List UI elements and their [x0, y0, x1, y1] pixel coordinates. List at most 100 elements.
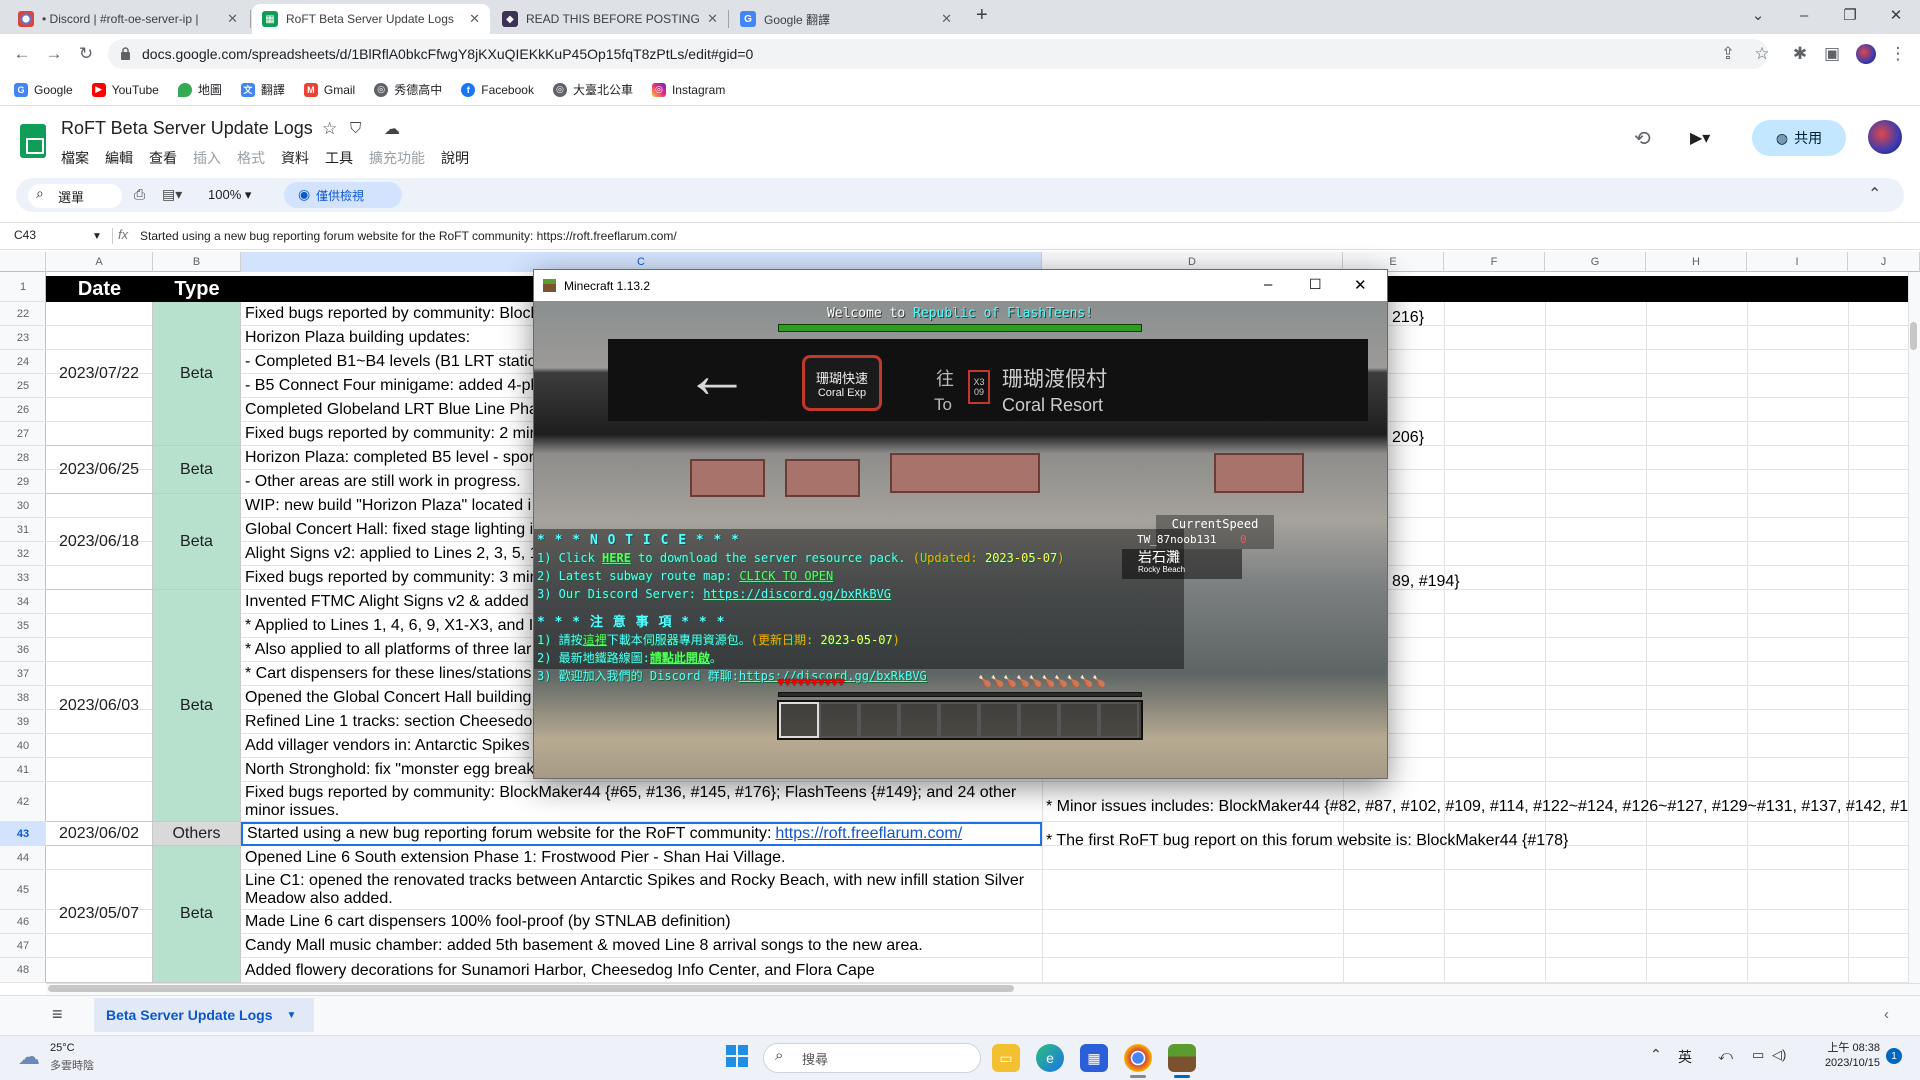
bookmark-translate[interactable]: 文翻譯: [240, 81, 285, 98]
cell-c41[interactable]: North Stronghold: fix "monster egg break: [241, 758, 533, 782]
row-header-36[interactable]: 36: [0, 638, 46, 662]
clock-time[interactable]: 上午 08:38: [1816, 1039, 1880, 1055]
hotbar-slot[interactable]: [859, 702, 899, 738]
menu-insert[interactable]: 插入: [193, 148, 221, 168]
hotbar-slot[interactable]: [939, 702, 979, 738]
extensions-icon[interactable]: ✱: [1788, 42, 1812, 66]
lock-icon[interactable]: [120, 47, 131, 60]
chevron-left-icon[interactable]: ‹: [1884, 1006, 1889, 1023]
tab-roft-sheet[interactable]: ▦ RoFT Beta Server Update Logs ✕: [252, 4, 490, 34]
close-tab-icon[interactable]: ✕: [227, 11, 238, 27]
cell-d43[interactable]: * The first RoFT bug report on this foru…: [1042, 829, 1568, 853]
side-panel-icon[interactable]: ▣: [1820, 42, 1844, 66]
chrome-icon[interactable]: [1124, 1044, 1152, 1072]
row-header-32[interactable]: 32: [0, 542, 46, 566]
column-header-h[interactable]: H: [1646, 252, 1747, 272]
row-header-30[interactable]: 30: [0, 494, 46, 518]
cell-c25[interactable]: - B5 Connect Four minigame: added 4-pl: [241, 374, 533, 398]
menu-help[interactable]: 說明: [441, 148, 469, 168]
route-map-link-zh[interactable]: 請點此開啟: [650, 651, 710, 665]
volume-icon[interactable]: ◁): [1772, 1047, 1786, 1063]
close-window-icon[interactable]: ✕: [1874, 0, 1918, 30]
cell-c40[interactable]: Add villager vendors in: Antarctic Spike…: [241, 734, 533, 758]
cell-c44[interactable]: Opened Line 6 South extension Phase 1: F…: [241, 846, 1042, 870]
file-explorer-icon[interactable]: ▭: [992, 1044, 1020, 1072]
column-header-j[interactable]: J: [1848, 252, 1920, 272]
vertical-scrollbar[interactable]: [1908, 272, 1920, 983]
row-header-44[interactable]: 44: [0, 846, 46, 870]
ime-mode-icon[interactable]: ⤺: [1718, 1047, 1733, 1064]
store-icon[interactable]: ▦: [1080, 1044, 1108, 1072]
chrome-menu-icon[interactable]: ⋮: [1886, 42, 1910, 66]
row-header-31[interactable]: 31: [0, 518, 46, 542]
cell-c37[interactable]: * Cart dispensers for these lines/statio…: [241, 662, 533, 686]
hotbar-slot[interactable]: [779, 702, 819, 738]
cell-c42[interactable]: Fixed bugs reported by community: BlockM…: [241, 782, 1042, 822]
hotbar-slot[interactable]: [1099, 702, 1139, 738]
minecraft-game-view[interactable]: ← 珊瑚快速 Coral Exp 往 To X3 09 珊瑚渡假村 Coral R…: [534, 301, 1387, 778]
date-cell[interactable]: 2023/06/25: [46, 446, 153, 494]
hotbar-slot[interactable]: [979, 702, 1019, 738]
bookmark-youtube[interactable]: ▶ YouTube: [91, 82, 159, 97]
cell-c26[interactable]: Completed Globeland LRT Blue Line Pha: [241, 398, 533, 422]
cell-c30[interactable]: WIP: new build "Horizon Plaza" located i: [241, 494, 533, 518]
row-header-26[interactable]: 26: [0, 398, 46, 422]
minecraft-window[interactable]: Minecraft 1.13.2 – ☐ ✕ ← 珊瑚快速 Coral Exp …: [533, 269, 1388, 779]
cell-d33[interactable]: 89, #194}: [1388, 570, 1460, 594]
close-tab-icon[interactable]: ✕: [469, 11, 480, 27]
menu-file[interactable]: 檔案: [61, 148, 89, 168]
bookmark-instagram[interactable]: ◎ Instagram: [651, 82, 725, 97]
type-cell[interactable]: Others: [153, 822, 241, 846]
date-cell[interactable]: 2023/07/22: [46, 302, 153, 446]
document-title[interactable]: RoFT Beta Server Update Logs: [61, 118, 313, 139]
row-header-38[interactable]: 38: [0, 686, 46, 710]
sheets-logo-icon[interactable]: [20, 124, 46, 158]
route-map-link[interactable]: CLICK TO OPEN: [739, 569, 833, 583]
row-header-48[interactable]: 48: [0, 958, 46, 983]
cell-c31[interactable]: Global Concert Hall: fixed stage lightin…: [241, 518, 533, 542]
cell-c47[interactable]: Candy Mall music chamber: added 5th base…: [241, 934, 1042, 958]
taskbar-search[interactable]: 搜尋: [763, 1043, 981, 1073]
minimize-icon[interactable]: –: [1264, 276, 1272, 293]
print-icon[interactable]: ⎙: [134, 186, 145, 203]
row-header-40[interactable]: 40: [0, 734, 46, 758]
type-cell[interactable]: Beta: [153, 846, 241, 983]
row-header-24[interactable]: 24: [0, 350, 46, 374]
header-type[interactable]: Type: [153, 276, 241, 302]
menu-view[interactable]: 查看: [149, 148, 177, 168]
cloud-status-icon[interactable]: ☁: [384, 119, 400, 139]
forward-icon[interactable]: →: [42, 42, 66, 66]
type-cell[interactable]: Beta: [153, 590, 241, 822]
tab-read-this[interactable]: ◆ READ THIS BEFORE POSTING ✕: [492, 4, 728, 34]
cell-c43-selected[interactable]: Started using a new bug reporting forum …: [241, 822, 1042, 846]
bookmark-school[interactable]: ◎ 秀德高中: [374, 81, 442, 98]
row-header-27[interactable]: 27: [0, 422, 46, 446]
row-header-43[interactable]: 43: [0, 822, 46, 846]
bookmark-star-icon[interactable]: ☆: [1750, 42, 1774, 66]
tab-discord[interactable]: • Discord | #roft-oe-server-ip | ✕: [8, 4, 248, 34]
type-cell[interactable]: Beta: [153, 494, 241, 590]
vertical-scroll-thumb[interactable]: [1910, 322, 1917, 350]
date-cell[interactable]: 2023/06/03: [46, 590, 153, 822]
date-cell[interactable]: 2023/06/02: [46, 822, 153, 846]
edge-icon[interactable]: e: [1036, 1044, 1064, 1072]
minecraft-titlebar[interactable]: Minecraft 1.13.2 – ☐ ✕: [534, 270, 1387, 301]
horizontal-scroll-thumb[interactable]: [48, 985, 1014, 992]
row-header-41[interactable]: 41: [0, 758, 46, 782]
back-icon[interactable]: ←: [10, 42, 34, 66]
row-header-28[interactable]: 28: [0, 446, 46, 470]
paint-format-icon[interactable]: ▤▾: [162, 186, 182, 203]
cell-c48[interactable]: Added flowery decorations for Sunamori H…: [241, 958, 1042, 983]
bookmark-facebook[interactable]: f Facebook: [461, 82, 534, 97]
close-tab-icon[interactable]: ✕: [941, 11, 952, 27]
column-header-f[interactable]: F: [1444, 252, 1545, 272]
menu-format[interactable]: 格式: [237, 148, 265, 168]
row-header-25[interactable]: 25: [0, 374, 46, 398]
maximize-icon[interactable]: ☐: [1309, 276, 1322, 293]
cell-c46[interactable]: Made Line 6 cart dispensers 100% fool-pr…: [241, 910, 1042, 934]
forum-link[interactable]: https://roft.freeflarum.com/: [775, 825, 962, 843]
clock-date[interactable]: 2023/10/15: [1816, 1057, 1880, 1069]
resource-pack-link[interactable]: HERE: [602, 551, 631, 565]
row-header-46[interactable]: 46: [0, 910, 46, 934]
ime-indicator[interactable]: 英: [1678, 1047, 1692, 1067]
